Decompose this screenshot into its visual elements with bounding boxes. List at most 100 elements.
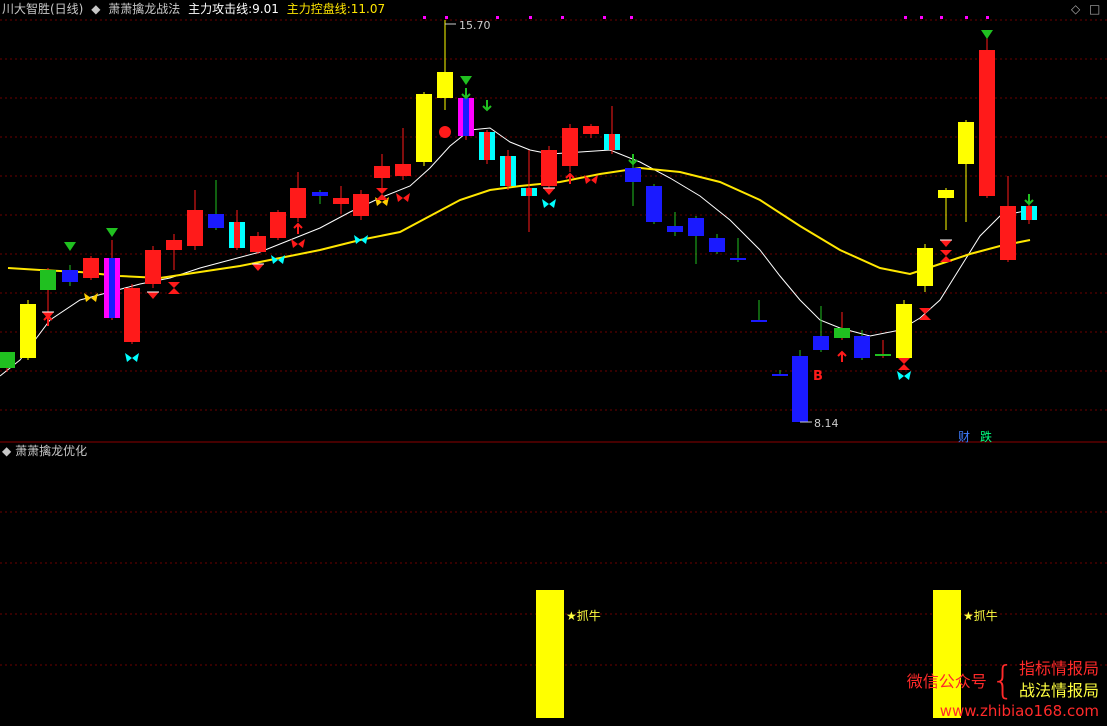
brand-watermark: 微信公众号 { 指标情报局 战法情报局 www.zhibiao168.com [907,658,1099,720]
green-triangle-signal [64,242,76,251]
candle-body [270,212,286,238]
candle-body [40,270,56,290]
candle-body [730,258,746,260]
candle-body [958,122,974,164]
butterfly-icon [542,199,556,208]
butterfly-icon [125,353,139,362]
candle-body [896,304,912,358]
candle-body [979,50,995,196]
green-arrow-signal [482,100,492,112]
candle-body [562,128,578,166]
candle-body [875,354,891,356]
candle-body [145,250,161,284]
top-marker-dot [630,16,633,19]
candle-body [166,240,182,250]
top-marker-dot [940,16,943,19]
green-arrow-signal [461,88,471,100]
zhuaniu-label: ★抓牛 [963,608,998,623]
subchart-header: ◆ 萧萧擒龙优化 [2,444,87,458]
candle-body [437,72,453,98]
candle-inner [234,222,240,248]
candle-body [20,304,36,358]
top-marker-dot [529,16,532,19]
green-triangle-signal [981,30,993,39]
subchart-dot-icon: ◆ [2,444,12,458]
candle-body [290,188,306,218]
candle-body [250,236,266,252]
top-marker-dot [445,16,448,19]
brand-right-bottom: 战法情报局 [1018,681,1099,700]
brand-left: 微信公众号 [906,672,987,691]
top-marker-dot [965,16,968,19]
gem-icon [940,240,952,247]
buy-signal-label: B [813,369,823,384]
red-arrow-signal [837,350,847,362]
green-triangle-signal [460,76,472,85]
zhuaniu-signal-bar [536,590,564,718]
candle-body [83,258,99,278]
candle-body [333,198,349,204]
hourglass-icon [940,250,952,262]
low-price-label: 8.14 [814,417,839,430]
candle-body [772,374,788,376]
tag-die: 跌 [980,430,993,444]
top-marker-dot [986,16,989,19]
candle-inner [505,156,511,186]
candle-body [124,288,140,342]
top-marker-dot [904,16,907,19]
candle-inner [526,188,532,196]
candle-body [208,214,224,228]
tag-cai: 财 [958,430,971,444]
candle-body [62,270,78,282]
butterfly-icon [291,239,305,248]
top-marker-dot [423,16,426,19]
red-arrow-signal [293,222,303,234]
circle-badge-icon [439,126,451,138]
gem-icon [543,188,555,195]
top-marker-dot [603,16,606,19]
candle-inner [1026,206,1032,220]
candle-body [0,352,15,368]
candle-body [854,336,870,358]
high-price-label: 15.70 [459,19,491,32]
candle-inner [109,258,115,318]
butterfly-icon [897,371,911,380]
green-arrow-signal [628,154,638,166]
candle-body [395,164,411,176]
butterfly-icon [396,193,410,202]
top-marker-dot [496,16,499,19]
candle-body [834,328,850,338]
brand-right-top: 指标情报局 [1018,659,1099,678]
candle-body [646,186,662,222]
top-marker-dot [561,16,564,19]
candle-body [187,210,203,246]
candle-body [792,356,808,422]
candle-body [688,218,704,236]
candle-inner [484,132,490,160]
candle-body [541,150,557,186]
gem-icon [147,292,159,299]
candle-body [416,94,432,162]
zhuaniu-label: ★抓牛 [566,608,601,623]
candle-body [353,194,369,216]
hourglass-icon [376,188,388,200]
gem-icon [252,264,264,271]
candle-body [625,168,641,182]
candle-body [917,248,933,286]
candle-body [751,320,767,322]
candle-body [813,336,829,350]
candle-body [374,166,390,178]
butterfly-icon [271,255,285,264]
candlestick-chart[interactable]: 15.70 8.14 B ★抓牛 ★抓牛 [0,0,1107,726]
candle-body [709,238,725,252]
brace-icon: { [990,658,1015,702]
candle-inner [609,134,615,150]
candle-body [312,192,328,196]
green-arrow-signal [1024,194,1034,206]
brand-url: www.zhibiao168.com [939,702,1099,720]
candle-body [667,226,683,232]
control-line [7,166,1031,280]
candle-body [583,126,599,134]
candle-body [938,190,954,198]
subchart-title[interactable]: 萧萧擒龙优化 [15,444,87,458]
